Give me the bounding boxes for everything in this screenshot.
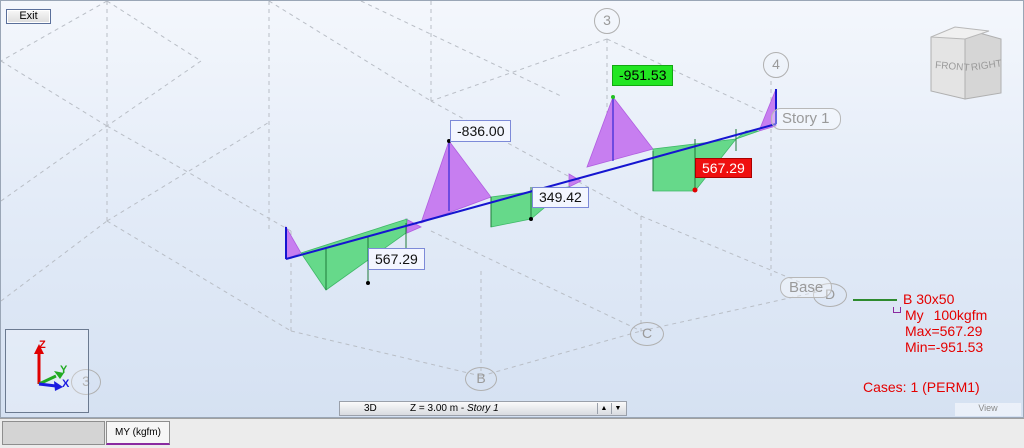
legend-cases: Cases: 1 (PERM1) (863, 379, 980, 395)
section-line-icon (853, 299, 897, 302)
view-label: View (955, 403, 1021, 416)
legend-section-row: B 30x50 (853, 291, 987, 307)
tab-my-kgfm[interactable]: MY (kgfm) (106, 421, 170, 445)
level-name: Story 1 (466, 403, 499, 414)
story-label-base: Base (780, 277, 833, 298)
moment-value-label: -836.00 (450, 120, 512, 142)
level-up-button[interactable]: ▲ (597, 403, 610, 414)
level-bar: 3D Z = 3.00 m - Story 1 ▲ ▼ (339, 401, 627, 416)
3d-model-viewport[interactable]: Exit 3 4 3 B C D Story 1 Base -836.00 -9… (0, 0, 1024, 418)
diagram-legend: B 30x50 My 100kgfm Max=567.29 Min=-951.5… (853, 291, 987, 355)
level-down-button[interactable]: ▼ (611, 403, 624, 414)
grid-bubble-c: C (630, 322, 664, 346)
view-mode-3d[interactable]: 3D (364, 403, 377, 414)
legend-max: Max=567.29 (905, 323, 983, 339)
legend-component-row: My 100kgfm (853, 307, 987, 323)
exit-button[interactable]: Exit (6, 9, 51, 24)
axis-triad-icon (34, 344, 64, 391)
axis-z-label: Z (39, 339, 46, 351)
legend-section-name: B 30x50 (903, 291, 955, 307)
view-cube[interactable]: FRONT RIGHT (925, 23, 1005, 103)
model-grid-and-diagram (1, 1, 822, 377)
level-selector-text[interactable]: Z = 3.00 m - Story 1 (410, 403, 499, 414)
axis-x-label: X (62, 378, 70, 390)
level-prefix: Z = 3.00 m - (410, 403, 467, 414)
result-tab-strip: MY (kgfm) (0, 418, 1024, 448)
legend-scale: 100kgfm (933, 307, 988, 323)
axis-triad: Z Y X (5, 329, 89, 413)
story-label-story-1: Story 1 (771, 108, 841, 130)
max-moment-badge: 567.29 (695, 158, 752, 178)
moment-value-label: 349.42 (532, 187, 589, 208)
grid-bubble-3-top: 3 (594, 8, 620, 34)
grid-bubble-b: B (465, 367, 497, 391)
legend-min: Min=-951.53 (905, 339, 984, 355)
min-moment-badge: -951.53 (612, 65, 674, 86)
grid-lines (1, 1, 822, 377)
axis-y-label: Y (60, 364, 68, 376)
beam-line[interactable] (285, 123, 777, 260)
component-bracket-icon (893, 307, 901, 313)
grid-bubble-4: 4 (763, 52, 789, 78)
tab-blank[interactable] (2, 421, 105, 445)
moment-value-label: 567.29 (368, 248, 425, 270)
